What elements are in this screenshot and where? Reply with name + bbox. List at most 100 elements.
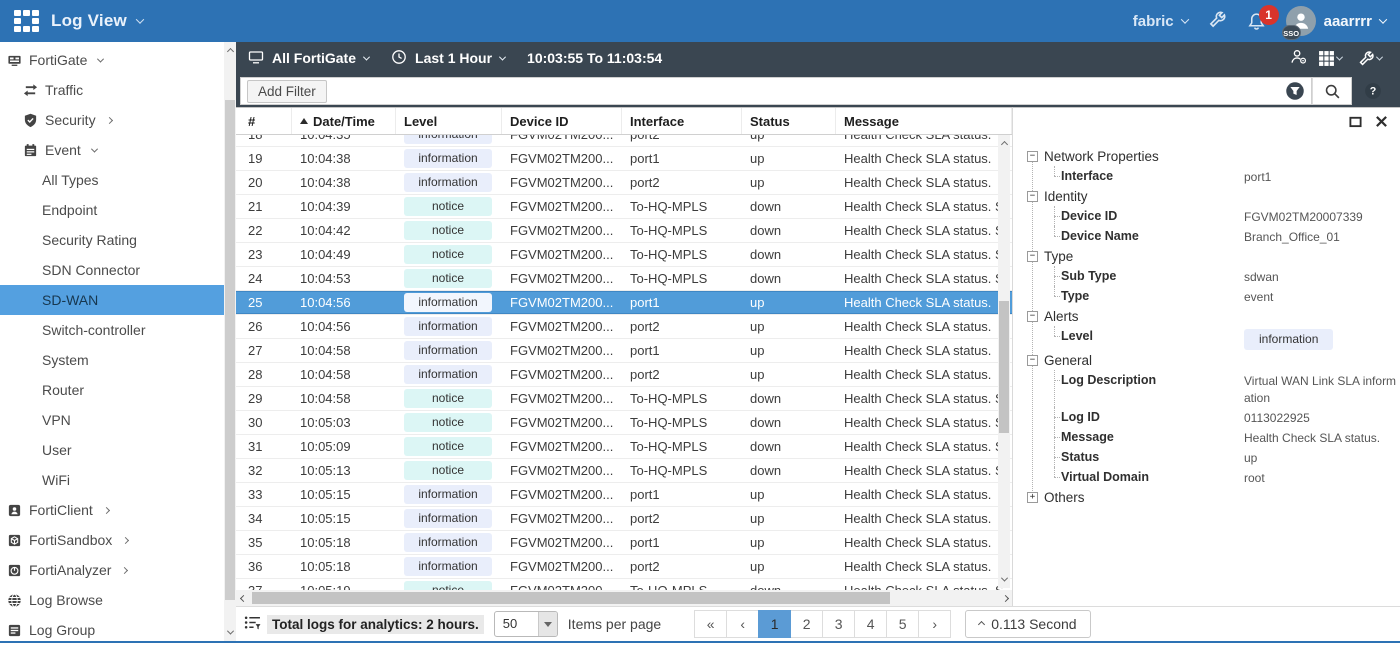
scroll-up-icon[interactable] [998,137,1010,151]
sidebar-item-forticlient[interactable]: FortiClient [0,495,224,525]
cell-message: Health Check SLA status. [836,135,1012,142]
sidebar-item-switch-controller[interactable]: Switch-controller [0,315,224,345]
table-row-27[interactable]: 27 10:04:58 information FGVM02TM200... port1… [236,339,1012,363]
table-row-34[interactable]: 34 10:05:15 information FGVM02TM200... port2… [236,507,1012,531]
scroll-up-icon[interactable] [224,44,236,58]
table-row-21[interactable]: 21 10:04:39 notice FGVM02TM200... To-HQ-MPLS… [236,195,1012,219]
items-per-page-select[interactable]: 50 [493,611,558,637]
close-panel-icon[interactable] [1375,115,1388,131]
sidebar-item-fortigate[interactable]: FortiGate [0,45,224,75]
column-header-date-time[interactable]: Date/Time [292,108,396,134]
table-row-26[interactable]: 26 10:04:56 information FGVM02TM200... port2… [236,315,1012,339]
column-header-status[interactable]: Status [742,108,836,134]
sidebar-item-fortisandbox[interactable]: FortiSandbox [0,525,224,555]
cell-interface: To-HQ-MPLS [630,391,708,406]
table-row-19[interactable]: 19 10:04:38 information FGVM02TM200... port1… [236,147,1012,171]
collapse-icon[interactable]: − [1027,190,1038,202]
table-row-35[interactable]: 35 10:05:18 information FGVM02TM200... port1… [236,531,1012,555]
security-icon [23,113,38,128]
popout-panel-icon[interactable] [1349,115,1362,131]
query-time-button[interactable]: 0.113 Second [965,610,1091,638]
filter-input[interactable]: Add Filter [240,77,1312,105]
table-horizontal-scrollbar[interactable] [236,590,1012,606]
scroll-down-icon[interactable] [224,625,236,639]
sidebar-item-fortianalyzer[interactable]: FortiAnalyzer [0,555,224,585]
scroll-right-icon[interactable] [998,594,1012,602]
previous-page-button[interactable]: ‹ [726,610,760,638]
sidebar-item-user[interactable]: User [0,435,224,465]
collapse-icon[interactable]: − [1027,150,1038,162]
table-row-36[interactable]: 36 10:05:18 information FGVM02TM200... port2… [236,555,1012,579]
add-filter-button[interactable]: Add Filter [247,79,327,103]
user-menu[interactable]: SSO aaarrrr [1281,6,1388,40]
cell-interface: port2 [630,175,660,190]
table-row-33[interactable]: 33 10:05:15 information FGVM02TM200... port1… [236,483,1012,507]
time-range-dropdown[interactable]: Last 1 Hour [391,49,507,68]
scroll-down-icon[interactable] [998,572,1010,586]
column-header-level[interactable]: Level [396,108,502,134]
table-vertical-scrollbar[interactable] [998,135,1010,588]
column-header-[interactable]: # [236,108,292,134]
search-button[interactable] [1312,77,1352,105]
sidebar-item-system[interactable]: System [0,345,224,375]
table-row-30[interactable]: 30 10:05:03 notice FGVM02TM200... To-HQ-MPLS… [236,411,1012,435]
expand-icon[interactable]: + [1027,491,1038,503]
scroll-left-icon[interactable] [236,594,250,602]
scrollbar-thumb[interactable] [999,301,1009,433]
detail-field-value: Branch_Office_01 [1244,230,1340,244]
first-page-button[interactable]: « [694,610,728,638]
table-row-29[interactable]: 29 10:04:58 notice FGVM02TM200... To-HQ-MPLS… [236,387,1012,411]
sidebar-item-endpoint[interactable]: Endpoint [0,195,224,225]
table-row-31[interactable]: 31 10:05:09 notice FGVM02TM200... To-HQ-MPLS… [236,435,1012,459]
cell-interface: port1 [630,295,660,310]
table-row-25[interactable]: 25 10:04:56 information FGVM02TM200... port1… [236,291,1012,315]
column-header-interface[interactable]: Interface [622,108,742,134]
sidebar-item-all-types[interactable]: All Types [0,165,224,195]
tools-dropdown[interactable] [1358,50,1388,67]
fabric-menu[interactable]: fabric [1133,13,1189,30]
sidebar-item-security[interactable]: Security [0,105,224,135]
filter-funnel-icon[interactable] [1285,81,1305,101]
table-row-24[interactable]: 24 10:04:53 notice FGVM02TM200... To-HQ-MPLS… [236,267,1012,291]
sidebar-item-vpn[interactable]: VPN [0,405,224,435]
page-button-2[interactable]: 2 [790,610,824,638]
table-row-18[interactable]: 1810:04:35 information FGVM02TM200...port2… [236,135,1012,147]
sidebar-item-wifi[interactable]: WiFi [0,465,224,495]
table-row-22[interactable]: 22 10:04:42 notice FGVM02TM200... To-HQ-MPLS… [236,219,1012,243]
column-header-device-id[interactable]: Device ID [502,108,622,134]
sidebar-item-traffic[interactable]: Traffic [0,75,224,105]
user-settings-icon[interactable] [1290,48,1308,69]
sidebar-scrollbar[interactable] [224,42,236,641]
page-button-4[interactable]: 4 [854,610,888,638]
sidebar-item-event[interactable]: Event [0,135,224,165]
chevron-down-icon [97,55,105,63]
column-settings-dropdown[interactable] [1318,50,1348,67]
cell-status: up [750,367,765,382]
sidebar-item-sdn-connector[interactable]: SDN Connector [0,255,224,285]
help-icon[interactable]: ? [1364,82,1382,103]
scrollbar-thumb[interactable] [252,592,890,604]
notifications-bell-icon[interactable]: 1 [1247,4,1279,31]
app-switcher-chevron-icon[interactable] [135,15,145,24]
next-page-button[interactable]: › [918,610,952,638]
scrollbar-thumb[interactable] [225,100,235,600]
sidebar-item-log-browse[interactable]: Log Browse [0,585,224,615]
cell-device-id: FGVM02TM200... [510,223,614,238]
device-scope-dropdown[interactable]: All FortiGate [248,49,371,68]
page-button-3[interactable]: 3 [822,610,856,638]
table-row-20[interactable]: 20 10:04:38 information FGVM02TM200... port2… [236,171,1012,195]
sidebar-item-sd-wan[interactable]: SD-WAN [0,285,224,315]
collapse-icon[interactable]: − [1027,354,1038,366]
tools-wrench-icon[interactable] [1208,10,1227,32]
page-button-1[interactable]: 1 [758,610,792,638]
collapse-icon[interactable]: − [1027,310,1038,322]
sidebar-item-security-rating[interactable]: Security Rating [0,225,224,255]
collapse-icon[interactable]: − [1027,250,1038,262]
page-button-5[interactable]: 5 [886,610,920,638]
table-row-32[interactable]: 32 10:05:13 notice FGVM02TM200... To-HQ-MPLS… [236,459,1012,483]
table-row-28[interactable]: 28 10:04:58 information FGVM02TM200... port2… [236,363,1012,387]
column-header-message[interactable]: Message [836,108,1012,134]
cell-status: up [750,295,765,310]
sidebar-item-router[interactable]: Router [0,375,224,405]
table-row-23[interactable]: 23 10:04:49 notice FGVM02TM200... To-HQ-MPLS… [236,243,1012,267]
